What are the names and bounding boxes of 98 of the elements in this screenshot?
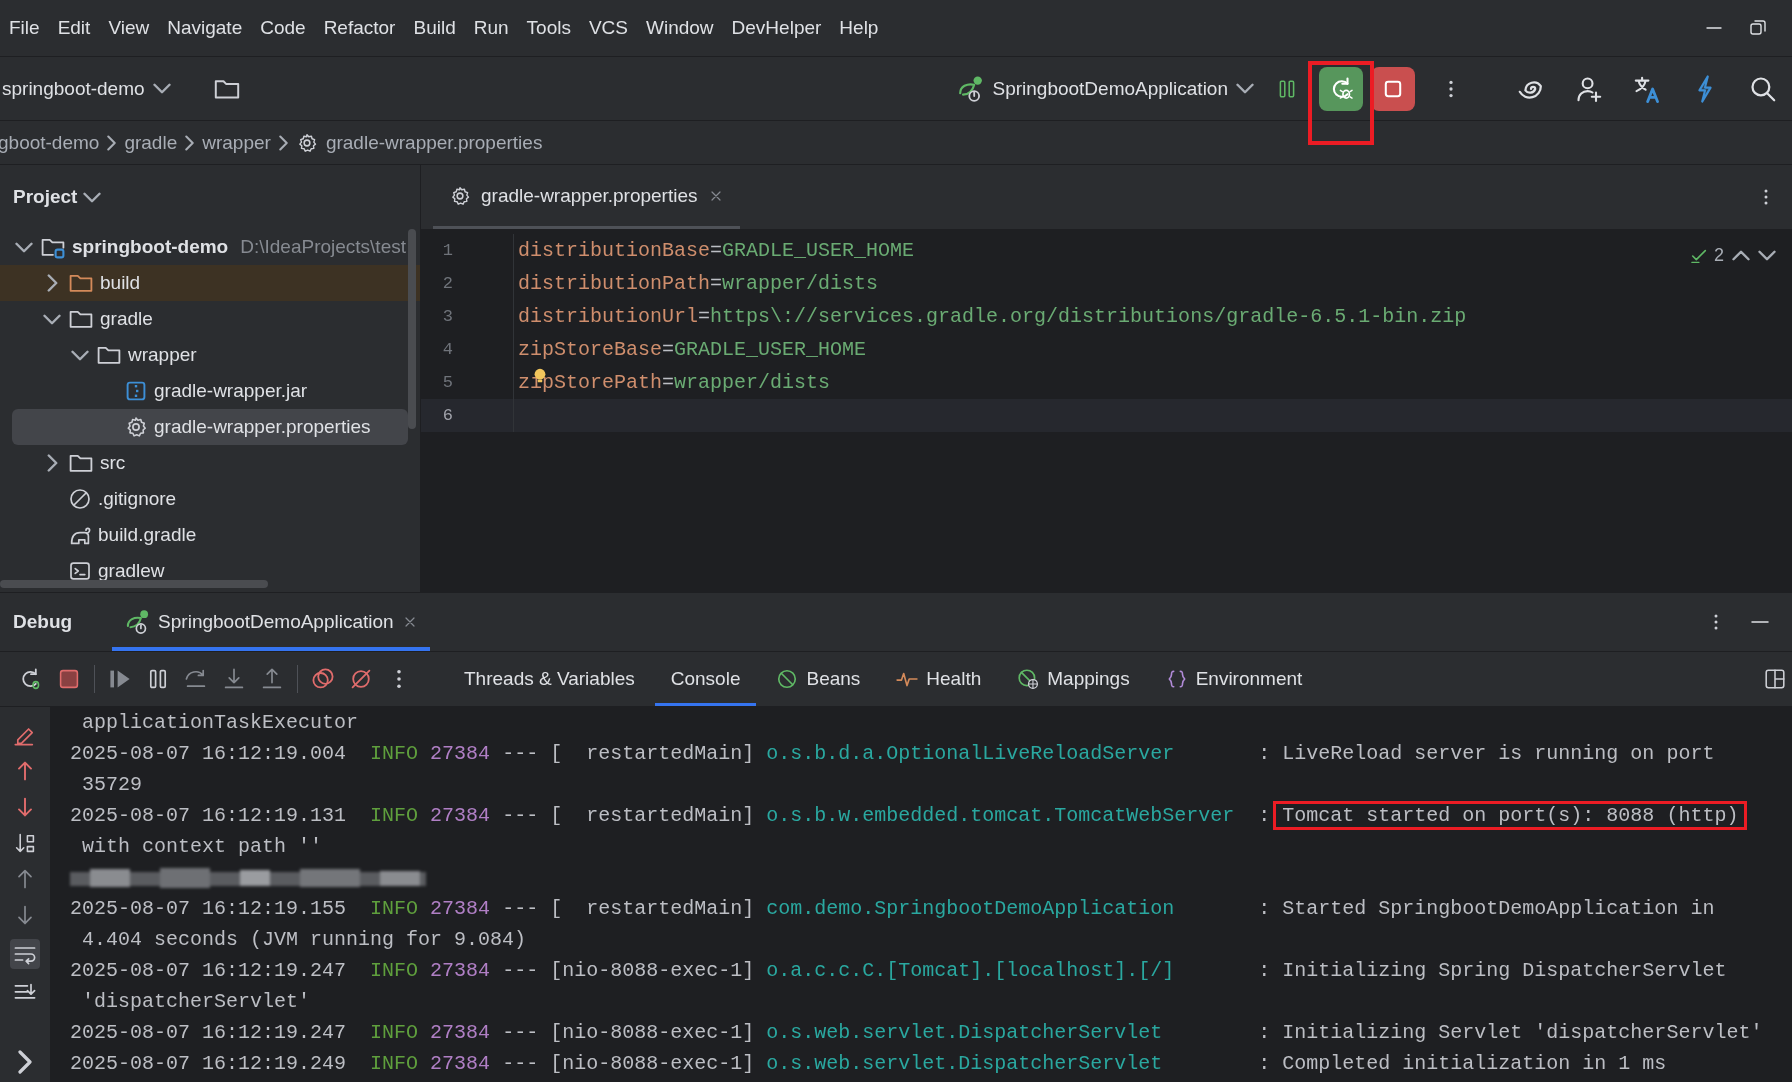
line-number: 6 [441, 406, 453, 425]
breadcrumb[interactable]: gradle-wrapper.properties [295, 131, 543, 154]
menu-item[interactable]: Run [464, 13, 518, 43]
breadcrumb[interactable]: wrapper [202, 131, 271, 154]
add-user-icon[interactable] [1575, 74, 1603, 103]
tree-item[interactable]: gradle-wrapper.properties [12, 409, 408, 445]
breakpoints-icon[interactable] [311, 667, 335, 691]
chevron-right-icon[interactable] [18, 1050, 32, 1074]
line-number: 4 [441, 340, 453, 359]
menu-item[interactable]: DevHelper [722, 13, 831, 43]
rerun-debug-button[interactable] [1319, 66, 1363, 111]
chevron-down-icon[interactable] [71, 349, 89, 361]
previous-icon[interactable] [1732, 250, 1750, 261]
line-number: 2 [441, 274, 453, 293]
log-line: 35729 [81, 772, 143, 798]
menu-item[interactable]: Help [830, 13, 888, 43]
menu-item[interactable]: File [0, 13, 49, 43]
gear-icon [449, 184, 471, 207]
chevron-right-icon [278, 134, 288, 151]
layout-icon[interactable] [1764, 668, 1786, 690]
tree-item[interactable]: build.gradle [0, 517, 408, 553]
tree-item[interactable]: springboot-demo D:\IdeaProjects\test [0, 229, 408, 265]
log-line: 4.404 seconds (JVM running for 9.084) [81, 927, 528, 953]
tree-item[interactable]: gradle-wrapper.jar [0, 373, 408, 409]
line-number: 3 [441, 307, 453, 326]
tree-item[interactable]: wrapper [0, 337, 408, 373]
tree-item[interactable]: build [0, 265, 420, 301]
chevron-right-icon [185, 134, 195, 151]
restore-icon[interactable] [1748, 18, 1768, 38]
code-line: distributionUrl=https\://services.gradle.org/distributions/gradle-6.5.1-bin.zip [518, 305, 1467, 328]
run-configuration-selector[interactable]: SpringbootDemoApplication [948, 68, 1262, 109]
scrollbar[interactable] [0, 580, 268, 588]
console-tab[interactable]: Beans [760, 652, 877, 706]
spring-icon [956, 74, 985, 103]
menu-item[interactable]: Refactor [314, 13, 405, 43]
mute-breakpoints-icon[interactable] [349, 667, 373, 691]
line-number: 1 [441, 241, 453, 260]
code-line: zipStoreBase=GRADLE_USER_HOME [518, 338, 867, 361]
search-icon[interactable] [1749, 74, 1777, 103]
chevron-right-icon[interactable] [46, 274, 58, 292]
console-tab[interactable]: Health [880, 652, 998, 706]
project-path: D:\IdeaProjects\test [240, 236, 406, 258]
project-selector[interactable]: springboot-demo [0, 71, 173, 106]
log-line: 2025-08-07 16:12:19.249 INFO 27384 --- [nio-8088-exec-1] o.s.web.servlet.DispatcherServlet : Completed initialization in 1 ms [70, 1051, 1668, 1077]
console-tab[interactable]: Threads & Variables [448, 652, 651, 706]
chevron-down-icon [83, 191, 102, 203]
console-tab[interactable]: Environment [1149, 652, 1319, 706]
log-line: 2025-08-07 16:12:19.247 INFO 27384 --- [nio-8088-exec-1] o.s.web.servlet.DispatcherServlet : Initializing Servlet 'dispatcherServlet' [70, 1020, 1764, 1046]
code-line: zipStorePath=wrapper/dists [518, 371, 831, 394]
stop-icon[interactable] [57, 667, 81, 691]
menu-item[interactable]: Navigate [158, 13, 252, 43]
inspection-count[interactable]: 2 [1690, 245, 1724, 266]
menu-item[interactable]: Build [404, 13, 465, 43]
menu-item[interactable]: Edit [48, 13, 100, 43]
session-tab[interactable]: SpringbootDemoApplication [112, 593, 430, 651]
spring-icon [124, 609, 151, 635]
code-line: distributionPath=wrapper/dists [518, 272, 879, 295]
log-line: 2025-08-07 16:12:19.155 INFO 27384 --- [ restartedMain] com.demo.SpringbootDemoApplication : Started SpringbootDemoApplication in [70, 896, 1716, 922]
chevron-down-icon [152, 83, 171, 94]
step-out-icon[interactable] [260, 667, 284, 691]
chevron-right-icon[interactable] [46, 454, 58, 472]
code-line: distributionBase=GRADLE_USER_HOME [518, 239, 915, 262]
scrollbar[interactable] [408, 229, 416, 429]
stop-button[interactable] [1371, 66, 1415, 111]
archive-icon [124, 379, 148, 403]
menu-item[interactable]: Tools [517, 13, 580, 43]
log-line: 2025-08-07 16:12:19.247 INFO 27384 --- [nio-8088-exec-1] o.a.c.c.C.[Tomcat].[localhost].[/] : Initializing Spring DispatcherServlet [70, 958, 1728, 984]
breadcrumb[interactable]: gradle [124, 131, 178, 154]
chevron-right-icon [107, 134, 117, 151]
chevron-down-icon [1236, 83, 1254, 94]
globe-leaf-icon [1017, 668, 1040, 690]
no-entry-icon [776, 668, 799, 690]
tree-item[interactable]: .gitignore [0, 481, 408, 517]
panel-title[interactable]: Project [13, 186, 102, 208]
terminal-icon [68, 559, 92, 583]
line-number: 5 [441, 373, 453, 392]
menu-item[interactable]: VCS [579, 13, 637, 43]
tree-item[interactable]: src [0, 445, 408, 481]
console-tab[interactable]: Mappings [1001, 652, 1146, 706]
translate-icon[interactable] [1633, 74, 1661, 103]
log-line: 2025-08-07 16:12:19.004 INFO 27384 --- [ restartedMain] o.s.b.d.a.OptionalLiveReloadServer : LiveReload server is running on port [70, 741, 1716, 767]
ignore-icon [68, 487, 92, 511]
log-line: with context path '' [81, 834, 324, 860]
log-line: 'dispatcherServlet' [81, 989, 312, 1015]
menu-item[interactable]: View [99, 13, 159, 43]
menu-item[interactable]: Code [251, 13, 315, 43]
chevron-down-icon[interactable] [43, 313, 61, 325]
log-line: applicationTaskExecutor [81, 710, 360, 736]
next-icon[interactable] [1758, 250, 1776, 261]
panel-title: Debug [13, 611, 73, 633]
menu-item[interactable]: Window [637, 13, 723, 43]
tree-item[interactable]: gradlew [0, 553, 408, 589]
sort-icon[interactable] [13, 831, 37, 855]
chevron-down-icon[interactable] [15, 241, 33, 253]
step-into-icon[interactable] [222, 667, 246, 691]
soft-wrap-icon[interactable] [10, 939, 40, 969]
log-line: 2025-08-07 16:12:19.131 INFO 27384 --- [ restartedMain] o.s.b.w.embedded.tomcat.TomcatWebServer : Tomcat started on port(s): 8088 (http) [70, 800, 1792, 831]
tree-item[interactable]: gradle [0, 301, 408, 337]
